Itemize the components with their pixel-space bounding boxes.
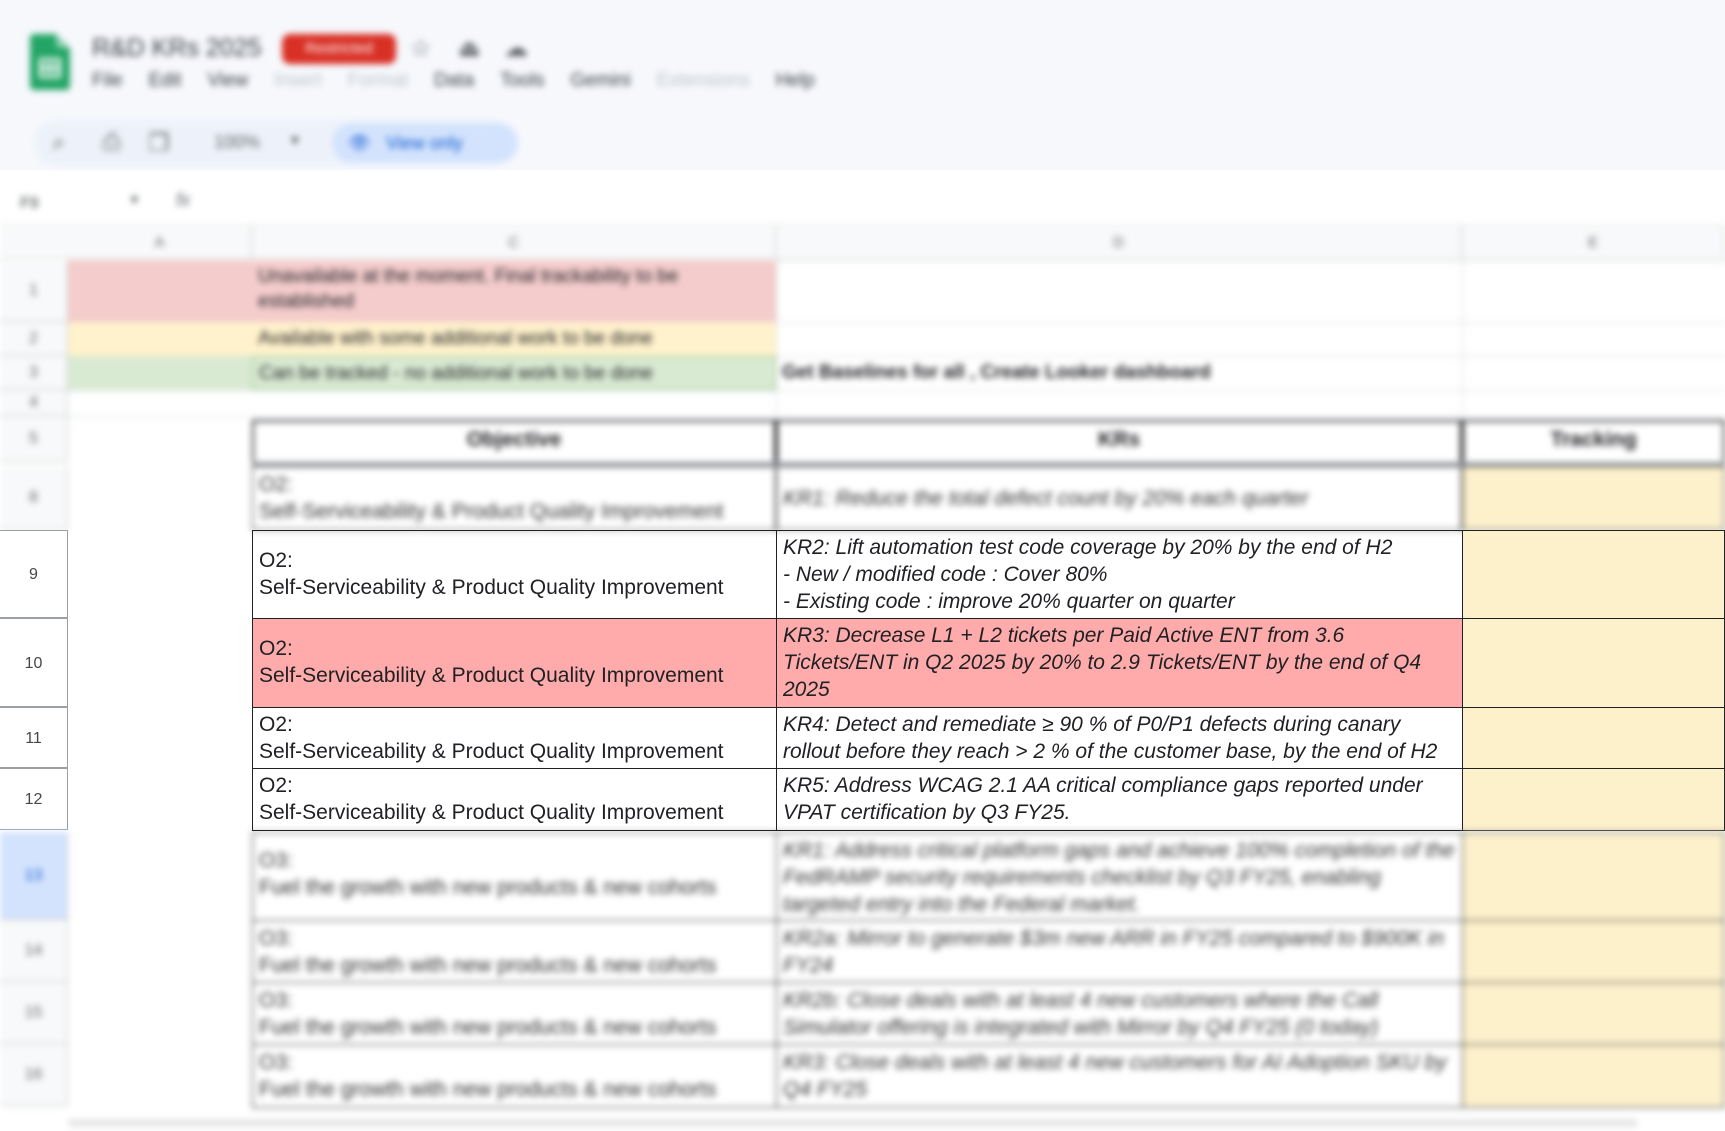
kr-cell[interactable]: KR2: Lift automation test code coverage … xyxy=(776,530,1463,619)
baseline-note[interactable]: Get Baselines for all , Create Looker da… xyxy=(776,356,1462,390)
row-header-14[interactable]: 14 xyxy=(0,920,68,982)
menu-help[interactable]: Help xyxy=(776,70,815,98)
search-icon[interactable]: ⌕ xyxy=(52,129,65,157)
kr-cell[interactable]: KR3: Decrease L1 + L2 tickets per Paid A… xyxy=(776,618,1463,708)
kr-cell[interactable]: KR4: Detect and remediate ≥ 90 % of P0/P… xyxy=(776,707,1463,769)
kr-cell[interactable]: KR2a: Mirror to generate $3m new ARR in … xyxy=(776,920,1463,983)
objective-cell[interactable]: O2: Self-Serviceability & Product Qualit… xyxy=(252,530,777,619)
menu-insert[interactable]: Insert xyxy=(274,70,322,98)
tracking-cell[interactable] xyxy=(1462,466,1725,530)
objective-cell[interactable]: O3: Fuel the growth with new products & … xyxy=(252,920,777,983)
menu-data[interactable]: Data xyxy=(434,70,474,98)
objective-cell[interactable]: O3: Fuel the growth with new products & … xyxy=(252,1044,777,1108)
row-header-2[interactable]: 2 xyxy=(0,322,68,356)
menu-view[interactable]: View xyxy=(207,70,248,98)
kr-cell[interactable]: KR2b: Close deals with at least 4 new cu… xyxy=(776,982,1463,1045)
copy-format-icon[interactable]: ❐ xyxy=(148,129,170,158)
chevron-down-icon[interactable]: ▼ xyxy=(128,192,141,207)
objective-header[interactable]: Objective xyxy=(252,420,776,464)
row-header-12[interactable]: 12 xyxy=(0,768,68,830)
row-header-16[interactable]: 16 xyxy=(0,1044,68,1106)
menu-bar: File Edit View Insert Format Data Tools … xyxy=(92,70,841,98)
kr-cell[interactable]: KR5: Address WCAG 2.1 AA critical compli… xyxy=(776,768,1463,831)
objective-cell[interactable]: O3: Fuel the growth with new products & … xyxy=(252,832,777,921)
row-header-15[interactable]: 15 xyxy=(0,982,68,1044)
eye-icon: 👁 xyxy=(348,133,371,153)
objective-cell[interactable]: O2: Self-Serviceability & Product Qualit… xyxy=(252,466,776,530)
legend-green-swatch[interactable] xyxy=(68,356,252,390)
column-header-e[interactable]: E xyxy=(1462,226,1725,260)
zoom-select[interactable]: 100% xyxy=(214,132,260,153)
tracking-cell[interactable] xyxy=(1462,920,1725,983)
menu-file[interactable]: File xyxy=(92,70,123,98)
row-header-4[interactable]: 4 xyxy=(0,390,68,416)
objective-cell[interactable]: O2: Self-Serviceability & Product Qualit… xyxy=(252,618,777,708)
kr-cell[interactable]: KR1: Reduce the total defect count by 20… xyxy=(776,466,1462,530)
legend-yellow-swatch[interactable] xyxy=(68,322,252,356)
row-header-10[interactable]: 10 xyxy=(0,618,68,707)
move-to-folder-icon[interactable]: ⏏ xyxy=(458,34,481,63)
fx-icon: fx xyxy=(176,190,191,210)
tracking-cell[interactable] xyxy=(1462,618,1725,708)
kr-cell[interactable]: KR3: Close deals with at least 4 new cus… xyxy=(776,1044,1463,1108)
view-only-label: View only xyxy=(386,133,463,153)
tracking-header[interactable]: Tracking xyxy=(1462,420,1725,464)
tracking-cell[interactable] xyxy=(1462,530,1725,619)
cloud-status-icon[interactable]: ☁ xyxy=(504,34,528,63)
chevron-down-icon[interactable]: ▼ xyxy=(288,132,302,148)
objective-cell[interactable]: O3: Fuel the growth with new products & … xyxy=(252,982,777,1045)
row-header-13[interactable]: 13 xyxy=(0,832,68,920)
menu-tools[interactable]: Tools xyxy=(500,70,544,98)
row-header-1[interactable]: 1 xyxy=(0,260,68,322)
menu-gemini[interactable]: Gemini xyxy=(570,70,630,98)
legend-red-swatch[interactable] xyxy=(68,260,252,322)
tracking-cell[interactable] xyxy=(1462,832,1725,921)
row-header-3[interactable]: 3 xyxy=(0,356,68,390)
menu-format[interactable]: Format xyxy=(348,70,408,98)
view-only-button[interactable]: 👁 View only xyxy=(332,123,518,163)
star-icon[interactable]: ☆ xyxy=(410,34,432,63)
formula-bar xyxy=(0,184,1725,225)
row-header-9[interactable]: 9 xyxy=(0,530,68,618)
column-header-c[interactable]: C xyxy=(252,226,776,260)
row-header-8[interactable]: 8 xyxy=(0,466,68,530)
legend-trackable[interactable]: Can be tracked - no additional work to b… xyxy=(252,356,776,390)
tracking-cell[interactable] xyxy=(1462,768,1725,831)
sheets-logo-icon[interactable] xyxy=(30,34,70,90)
row-header-11[interactable]: 11 xyxy=(0,707,68,768)
kr-cell[interactable]: KR1: Address critical platform gaps and … xyxy=(776,832,1463,921)
legend-unavailable[interactable]: Unavailable at the moment. Final trackab… xyxy=(252,260,776,322)
krs-header[interactable]: KRs xyxy=(776,420,1462,464)
menu-edit[interactable]: Edit xyxy=(149,70,182,98)
tracking-cell[interactable] xyxy=(1462,707,1725,769)
name-box[interactable]: F9 xyxy=(20,191,130,217)
print-icon[interactable]: ⎙ xyxy=(102,129,121,157)
legend-available-with-work[interactable]: Available with some additional work to b… xyxy=(252,322,776,356)
document-title[interactable]: R&D KRs 2025 xyxy=(92,34,262,63)
horizontal-scrollbar[interactable] xyxy=(68,1119,1638,1127)
menu-extensions[interactable]: Extensions xyxy=(657,70,750,98)
restricted-badge[interactable]: Restricted xyxy=(282,34,396,64)
objective-cell[interactable]: O2: Self-Serviceability & Product Qualit… xyxy=(252,768,777,831)
tracking-cell[interactable] xyxy=(1462,1044,1725,1108)
tracking-cell[interactable] xyxy=(1462,982,1725,1045)
row-header-5[interactable]: 5 xyxy=(0,416,68,462)
column-header-d[interactable]: D xyxy=(776,226,1462,260)
objective-cell[interactable]: O2: Self-Serviceability & Product Qualit… xyxy=(252,707,777,769)
column-header-a[interactable]: A xyxy=(68,226,252,260)
